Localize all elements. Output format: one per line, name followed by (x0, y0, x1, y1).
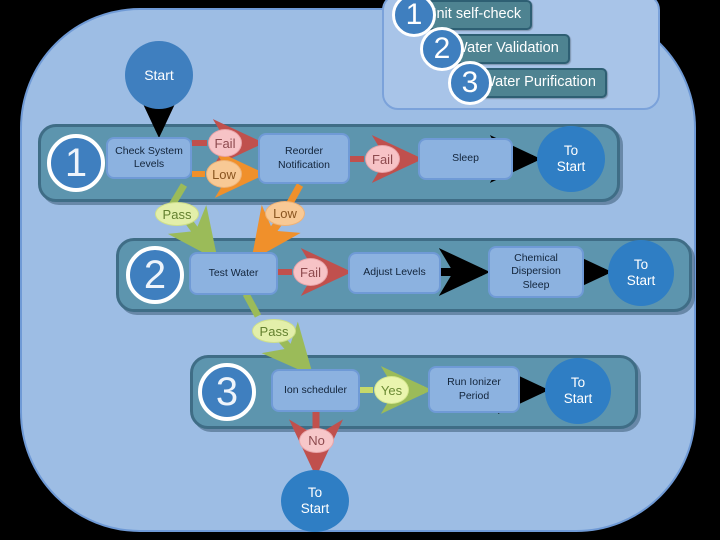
node-check-system-levels[interactable]: Check System Levels (106, 137, 192, 179)
terminator-to-start-row3[interactable]: To Start (545, 358, 611, 424)
node-adjust-levels[interactable]: Adjust Levels (348, 252, 441, 294)
label-no-ion: No (299, 428, 334, 453)
node-ion-scheduler[interactable]: Ion scheduler (271, 369, 360, 412)
terminator-line-2: Start (556, 159, 586, 174)
legend-number-3: 3 (448, 60, 492, 105)
node-sleep[interactable]: Sleep (418, 138, 513, 180)
terminator-to-start-row2[interactable]: To Start (608, 240, 674, 306)
terminator-line-1: To (307, 484, 323, 500)
node-line-1: Test Water (208, 266, 259, 279)
node-line-1: Chemical (514, 252, 558, 265)
start-node[interactable]: Start (125, 41, 193, 109)
node-test-water[interactable]: Test Water (189, 252, 278, 295)
row-number-3: 3 (198, 363, 256, 421)
terminator-line-2: Start (563, 391, 593, 406)
terminator-line-1: To (570, 374, 586, 390)
terminator-to-start-row1[interactable]: To Start (537, 126, 605, 192)
terminator-to-start-final[interactable]: To Start (281, 470, 349, 532)
node-reorder-notification[interactable]: Reorder Notification (258, 133, 350, 184)
row-number-2: 2 (126, 246, 184, 304)
terminator-line-2: Start (300, 501, 330, 516)
node-run-ionizer-period[interactable]: Run Ionizer Period (428, 366, 520, 413)
legend-item-water-purification[interactable]: Water Purification 3 (448, 60, 607, 105)
label-low-reorder: Low (265, 201, 305, 226)
legend-panel: Unit self-check 1 Water Validation 2 Wat… (382, 0, 660, 110)
label-pass-check: Pass (155, 202, 199, 226)
row-number-1: 1 (47, 134, 105, 192)
label-fail-testwater: Fail (293, 258, 328, 286)
label-fail-check: Fail (208, 129, 242, 157)
node-line-2: Period (458, 389, 490, 402)
node-line-2: Notification (278, 158, 330, 171)
node-line-2: Levels (133, 158, 165, 170)
label-low-check: Low (206, 160, 242, 188)
label-fail-reorder: Fail (365, 145, 400, 173)
label-yes-ion: Yes (374, 376, 409, 404)
label-pass-testwater: Pass (252, 319, 296, 343)
node-line-1: Reorder (285, 145, 323, 158)
node-line-1: Adjust Levels (363, 266, 426, 279)
terminator-line-1: To (563, 142, 579, 158)
start-label: Start (144, 67, 174, 83)
node-line-1: Ion scheduler (283, 383, 348, 396)
terminator-line-1: To (633, 256, 649, 272)
node-line-1: Run Ionizer (447, 376, 501, 389)
node-line-1: Sleep (452, 152, 479, 165)
legend-item-water-validation[interactable]: Water Validation 2 (420, 26, 570, 71)
legend-item-unit-self-check[interactable]: Unit self-check 1 (392, 0, 533, 37)
node-chemical-dispersion-sleep[interactable]: Chemical Dispersion Sleep (488, 246, 584, 298)
terminator-line-2: Start (626, 273, 656, 288)
node-line-1: Check System (115, 144, 183, 157)
diagram-canvas: Start Unit self-check 1 Water Validation… (0, 0, 720, 540)
node-line-3: Sleep (522, 278, 550, 291)
node-line-2: Dispersion (511, 265, 561, 278)
